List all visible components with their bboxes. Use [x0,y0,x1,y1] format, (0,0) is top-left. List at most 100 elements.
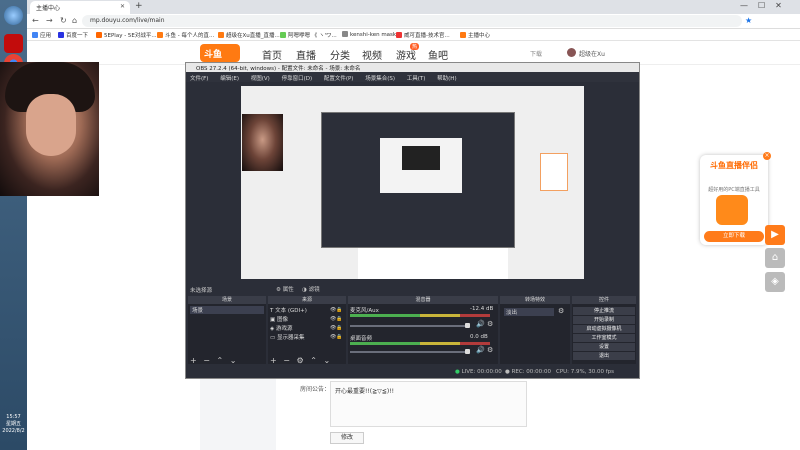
tab-title: 主播中心 [36,5,61,12]
start-recording-button[interactable]: 开始录制 [573,316,635,324]
volume-slider-knob[interactable] [465,323,470,328]
bookmark-item[interactable]: 应用 [32,31,51,39]
speaker-icon[interactable]: 🔊 ⚙ [476,320,493,328]
volume-slider[interactable] [350,351,470,353]
mixer-track-label: 麦克风/Aux [350,308,379,314]
transition-select[interactable]: 淡出 [504,308,554,316]
menu-view[interactable]: 视图(V) [251,76,270,82]
speaker-icon[interactable]: 🔊 ⚙ [476,346,493,354]
reload-icon[interactable]: ↻ [60,16,67,25]
mixer-dock-header: 混音器 [348,296,498,304]
douyu-logo[interactable]: 斗鱼 [200,44,240,62]
menu-file[interactable]: 文件(F) [190,76,208,82]
gamepad-icon[interactable]: ◈ [765,272,785,292]
tab-bar [27,0,800,14]
close-icon[interactable]: × [763,152,771,160]
volume-slider[interactable] [350,325,470,327]
volume-slider-knob[interactable] [465,349,470,354]
source-item[interactable]: ▣ 图像 [270,315,288,323]
bookmark-item[interactable]: 百度一下 [58,31,88,39]
app-icon-1[interactable] [4,6,23,25]
play-icon[interactable]: ▶ [765,225,785,245]
source-dock-buttons[interactable]: + − ⚙ ⌃ ⌄ [270,356,332,365]
webcam-face [26,94,76,156]
apps-icon [32,32,38,38]
gamepad-icon: ◈ [270,326,275,332]
window-controls[interactable]: —☐✕ [740,1,792,10]
source-item[interactable]: ▭ 显示器采集 [270,333,304,341]
site-icon [280,32,286,38]
back-icon[interactable]: ← [32,16,39,25]
scene-dock-buttons[interactable]: + − ⌃ ⌄ [190,356,238,365]
nav-fishbar[interactable]: 鱼吧 [428,47,448,62]
source-item[interactable]: ◈ 游戏源 [270,324,293,332]
source-item[interactable]: T 文本 (GDI+) [270,306,307,314]
gear-icon[interactable]: ⚙ [558,307,564,315]
menu-help[interactable]: 帮助(H) [437,76,456,82]
site-icon [396,32,402,38]
exit-button[interactable]: 退出 [573,352,635,360]
preview-page-area [358,248,508,279]
text-icon: T [270,308,274,314]
url-bar[interactable]: mp.douyu.com/live/main [82,15,742,27]
audio-meter-warn [420,342,460,345]
visibility-icons[interactable]: 👁🔒 👁🔒 👁🔒 👁🔒 [330,306,343,342]
promo-title: 斗鱼直播伴侣 [710,161,758,170]
stop-streaming-button[interactable]: 停止推流 [573,307,635,315]
menu-docks[interactable]: 停靠窗口(D) [282,76,313,82]
nav-video[interactable]: 视频 [362,47,382,62]
tab-close-icon[interactable]: ✕ [120,3,125,10]
bookmark-item[interactable]: 5EPlay - 5E对战平... [96,31,157,39]
transitions-dock-header: 转场特效 [500,296,570,304]
bookmark-item[interactable]: 主播中心 [460,31,490,39]
douyu-app-icon [716,195,748,225]
bookmark-item[interactable]: 阿嗯咿嗯 《 ヽ'ワ... [280,31,337,39]
menu-scene-collection[interactable]: 场景集合(S) [365,76,395,82]
nav-live[interactable]: 直播 [296,47,316,62]
star-icon[interactable]: ★ [745,16,752,25]
douyu-icon [157,32,163,38]
5e-icon [96,32,102,38]
nav-category[interactable]: 分类 [330,47,350,62]
audio-meter-peak [460,314,490,317]
bookmark-item[interactable]: 斗鱼 - 每个人的直... [157,31,214,39]
site-icon [342,31,348,37]
username[interactable]: 超级在Xu [579,49,605,58]
menu-edit[interactable]: 编辑(E) [220,76,239,82]
mixer-track-label: 桌面音频 [350,336,373,342]
browser-tab[interactable]: 主播中心 [30,1,130,14]
filters-button[interactable]: ◑ 滤镜 [302,285,320,293]
settings-button[interactable]: 设置 [573,343,635,351]
controls-dock-header: 控件 [572,296,636,304]
preview-webcam [242,114,283,171]
promo-download-button[interactable]: 立即下载 [704,231,764,242]
baidu-icon [58,32,64,38]
menu-tools[interactable]: 工具(T) [407,76,426,82]
nav-home[interactable]: 首页 [262,47,282,62]
menu-profile[interactable]: 配置文件(P) [324,76,354,82]
clock-day: 星期五 [5,421,21,427]
bookmark-item[interactable]: 超级在Xu直播_直播... [218,31,280,39]
home-icon[interactable]: ⌂ [765,248,785,268]
download-link[interactable]: 下载 [530,49,542,58]
mixer-track-db: -12.4 dB [470,306,494,312]
netease-music-icon[interactable] [4,34,23,53]
bookmark-item[interactable]: 威可直播-技术官... [396,31,450,39]
sources-dock-header: 来源 [268,296,346,304]
home-icon[interactable]: ⌂ [72,16,77,25]
bookmark-item[interactable]: kenshi-ken mask [342,31,396,38]
forward-icon[interactable]: → [46,16,53,25]
avatar[interactable] [567,48,576,57]
studio-mode-button[interactable]: 工作室模式 [573,334,635,342]
scene-item[interactable]: 场景 [190,306,264,314]
scenes-dock-header: 场景 [188,296,266,304]
new-tab-icon[interactable]: + [135,1,143,11]
audio-meter [350,342,420,345]
announcement-textarea[interactable]: 开心最重要!!(≧▽≦)!! [330,381,527,427]
announcement-label: 房间公告： [300,386,331,393]
start-virtual-camera-button[interactable]: 启动虚拟摄像机 [573,325,635,333]
taskbar-clock: 15:57 星期五 2022/8/2 [0,414,27,435]
properties-button[interactable]: ⚙ 属性 [276,285,294,293]
edit-button[interactable]: 修改 [330,432,364,444]
monitor-icon: ▭ [270,335,276,341]
